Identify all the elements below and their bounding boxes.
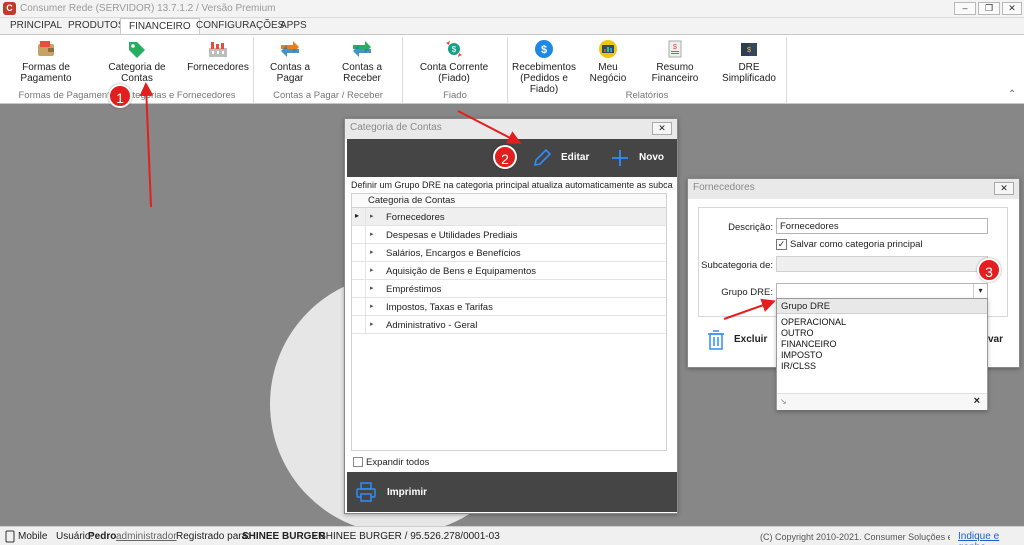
- annotation-arrow-2: [457, 110, 522, 144]
- annotation-arrows: [139, 82, 776, 320]
- annotation-arrow-1: [139, 82, 154, 208]
- annotation-badge-3: 3: [977, 258, 1001, 282]
- status-bar: Mobile Usuário: Pedro administrador Regi…: [0, 526, 1024, 545]
- annotation-badge-1: 1: [108, 84, 132, 108]
- copyright-text: (C) Copyright 2010-2021. Consumer Soluçõ…: [760, 532, 950, 542]
- mobile-label[interactable]: Mobile: [18, 531, 47, 542]
- registered-details: - SHINEE BURGER / 95.526.278/0001-03: [313, 531, 500, 542]
- user-name: Pedro: [88, 531, 117, 542]
- registered-label: Registrado para:: [176, 531, 250, 542]
- mobile-icon: [5, 530, 15, 543]
- user-role[interactable]: administrador: [116, 531, 177, 542]
- annotation-badge-2: 2: [493, 145, 517, 169]
- annotation-arrow-3: [723, 298, 776, 320]
- referral-link[interactable]: Indique e ganhe: [958, 531, 1024, 545]
